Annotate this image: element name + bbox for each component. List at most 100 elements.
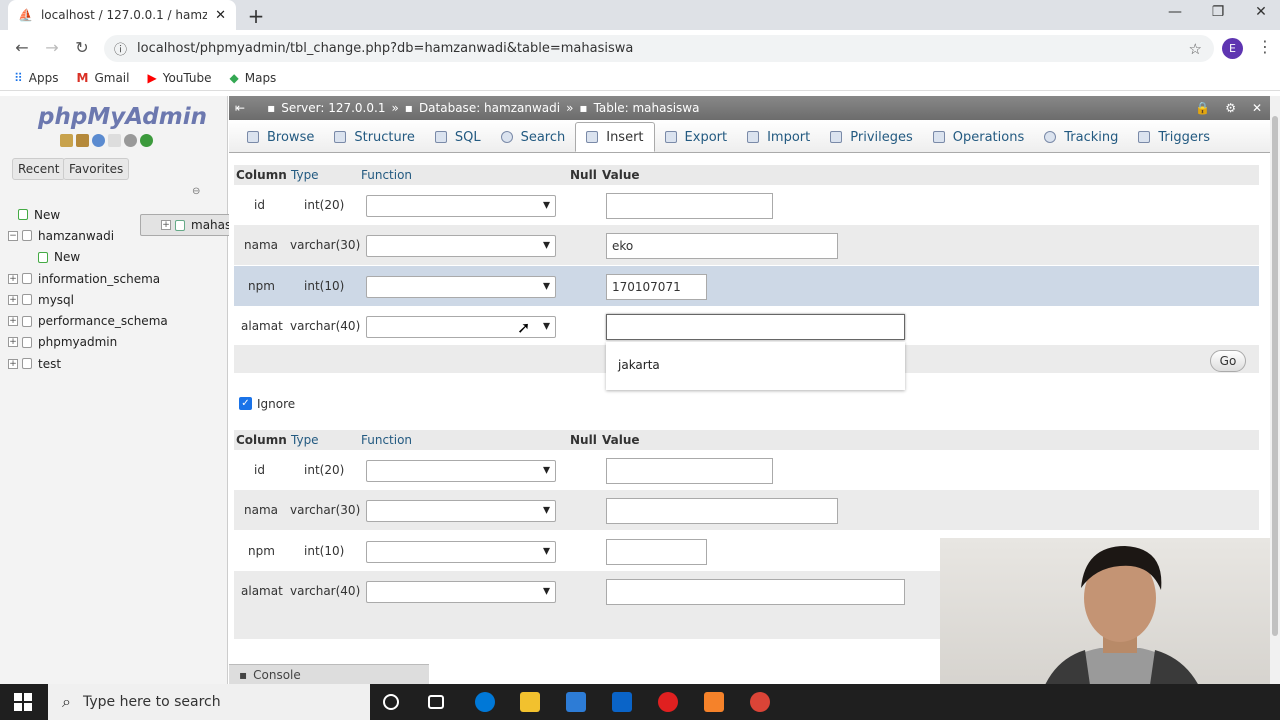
favorites-button[interactable]: Favorites [63, 158, 130, 180]
reload-nav-icon[interactable] [140, 134, 153, 147]
back-icon[interactable]: ← [12, 38, 32, 57]
tab-operations[interactable]: Operations [923, 122, 1034, 152]
function-select[interactable] [366, 235, 556, 257]
function-select[interactable] [366, 276, 556, 298]
bookmark-youtube[interactable]: ▶ YouTube [147, 71, 211, 85]
settings-icon[interactable] [124, 134, 137, 147]
mail-icon[interactable] [612, 692, 632, 712]
tab-structure[interactable]: Structure [324, 122, 424, 152]
recent-button[interactable]: Recent [12, 158, 66, 180]
browser-tab[interactable]: ⛵ localhost / 127.0.0.1 / hamzanwadi ✕ [8, 0, 236, 30]
recorder-icon[interactable] [658, 692, 678, 712]
table-icon [175, 219, 185, 231]
function-select[interactable] [366, 541, 556, 563]
tree-item-mysql[interactable]: + mysql [8, 289, 223, 310]
minimize-icon[interactable]: — [1160, 4, 1190, 20]
expand-icon[interactable]: + [8, 337, 18, 348]
ignore-checkbox[interactable]: ✓ [239, 397, 252, 410]
tab-export[interactable]: Export [655, 122, 738, 152]
docs-icon[interactable] [108, 134, 121, 147]
new-tab-icon[interactable]: + [246, 4, 266, 28]
field-type: varchar(40) [290, 584, 361, 598]
value-input-id[interactable] [606, 458, 773, 484]
tab-privileges[interactable]: Privileges [820, 122, 923, 152]
restore-icon[interactable]: ❐ [1203, 4, 1233, 20]
tab-tracking[interactable]: Tracking [1034, 122, 1128, 152]
tree-item-phpmyadmin[interactable]: + phpmyadmin [8, 332, 223, 353]
export-icon [664, 131, 677, 143]
field-type: varchar(30) [290, 238, 361, 252]
bookmark-maps[interactable]: ◆ Maps [230, 71, 277, 85]
tab-triggers[interactable]: Triggers [1128, 122, 1220, 152]
expand-icon[interactable]: + [8, 294, 18, 305]
cortana-icon[interactable] [383, 694, 399, 710]
tab-insert[interactable]: Insert [575, 122, 655, 152]
breadcrumb-database[interactable]: Database: hamzanwadi [419, 101, 560, 115]
function-select[interactable] [366, 460, 556, 482]
breadcrumb-table[interactable]: Table: mahasiswa [594, 101, 700, 115]
scrollbar-thumb[interactable] [1272, 116, 1278, 636]
tree-item-performance-schema[interactable]: + performance_schema [8, 310, 223, 331]
field-name: alamat [241, 319, 283, 333]
info-icon[interactable]: ⓘ [114, 39, 127, 58]
database-icon [22, 294, 32, 306]
col-header-type[interactable]: Type [291, 433, 319, 447]
value-input-npm[interactable]: 170107071 [606, 274, 707, 300]
tree-item-table-new[interactable]: New [8, 247, 223, 268]
console-bar[interactable]: ▪ Console [229, 664, 429, 684]
windows-start-icon[interactable] [14, 693, 32, 711]
profile-avatar[interactable]: E [1222, 38, 1243, 59]
store-icon[interactable] [566, 692, 586, 712]
chrome-icon[interactable] [750, 692, 770, 712]
function-select[interactable] [366, 500, 556, 522]
gear-icon[interactable]: ⚙ [1225, 101, 1236, 115]
tree-item-information-schema[interactable]: + information_schema [8, 268, 223, 289]
close-icon[interactable]: ✕ [1252, 101, 1262, 115]
phpmyadmin-logo[interactable]: phpMyAdmin [38, 104, 207, 130]
tab-sql[interactable]: SQL [425, 122, 491, 152]
tab-search[interactable]: Search [491, 122, 576, 152]
menu-icon[interactable]: ⋮ [1257, 37, 1273, 56]
link-icon[interactable]: ⊖ [192, 186, 200, 197]
bookmark-apps[interactable]: ⠿ Apps [14, 71, 59, 85]
star-icon[interactable]: ☆ [1189, 40, 1202, 58]
address-bar[interactable]: ⓘ localhost/phpmyadmin/tbl_change.php?db… [104, 35, 1214, 62]
tab-browse[interactable]: Browse [237, 122, 324, 152]
expand-icon[interactable]: + [161, 220, 171, 230]
value-input-nama[interactable]: eko [606, 233, 838, 259]
close-tab-icon[interactable]: ✕ [215, 8, 226, 23]
lock-icon[interactable]: 🔒 [1195, 101, 1210, 115]
edge-icon[interactable] [475, 692, 495, 712]
expand-icon[interactable]: + [8, 358, 18, 369]
expand-icon[interactable]: + [8, 273, 18, 284]
col-header-type[interactable]: Type [291, 168, 319, 182]
value-input-nama[interactable] [606, 498, 838, 524]
value-input-alamat[interactable] [606, 579, 905, 605]
taskbar-search[interactable]: ⌕ Type here to search [48, 684, 370, 720]
breadcrumb-server[interactable]: Server: 127.0.0.1 [281, 101, 385, 115]
tab-import[interactable]: Import [737, 122, 820, 152]
collapse-nav-icon[interactable]: ⇤ [235, 101, 245, 115]
reload-icon[interactable]: ↻ [72, 38, 92, 57]
value-input-npm[interactable] [606, 539, 707, 565]
page-scrollbar[interactable] [1270, 96, 1280, 684]
autocomplete-dropdown[interactable]: jakarta [606, 342, 905, 390]
expand-icon[interactable]: + [8, 316, 18, 327]
function-select[interactable] [366, 195, 556, 217]
logout-icon[interactable] [76, 134, 89, 147]
file-explorer-icon[interactable] [520, 692, 540, 712]
bookmark-gmail[interactable]: M Gmail [77, 71, 130, 85]
tree-item-test[interactable]: + test [8, 353, 223, 374]
value-input-id[interactable] [606, 193, 773, 219]
help-icon[interactable] [92, 134, 105, 147]
go-button[interactable]: Go [1210, 350, 1246, 372]
collapse-icon[interactable]: − [8, 230, 18, 241]
function-select[interactable] [366, 581, 556, 603]
xampp-icon[interactable] [704, 692, 724, 712]
value-input-alamat[interactable] [606, 314, 905, 340]
task-view-icon[interactable] [428, 695, 444, 709]
close-window-icon[interactable]: ✕ [1246, 4, 1276, 20]
home-icon[interactable] [60, 134, 73, 147]
forward-icon[interactable]: → [42, 38, 62, 57]
autocomplete-item[interactable]: jakarta [618, 358, 660, 372]
